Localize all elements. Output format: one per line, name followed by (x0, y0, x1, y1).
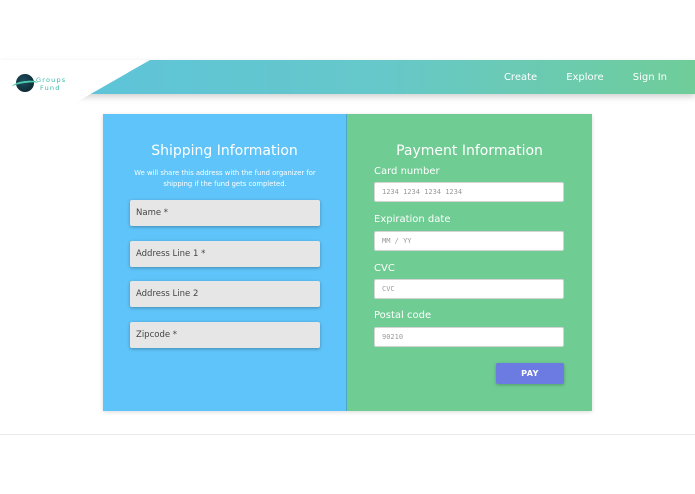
cvc-placeholder: CVC (382, 285, 395, 293)
shipping-description: We will share this address with the fund… (134, 169, 316, 188)
address-line-1-placeholder: Address Line 1 * (136, 249, 206, 259)
address-line-2-placeholder: Address Line 2 (136, 289, 199, 299)
name-field[interactable]: Name * (130, 200, 320, 226)
footer-divider (0, 434, 695, 435)
expiration-date-input[interactable]: MM / YY (374, 231, 564, 251)
cvc-input[interactable]: CVC (374, 279, 564, 299)
nav-link-create[interactable]: Create (504, 72, 537, 83)
expiration-date-placeholder: MM / YY (382, 237, 412, 245)
card-number-label: Card number (374, 166, 440, 177)
postal-code-input[interactable]: 90210 (374, 327, 564, 347)
logo-text-line2: Fund (40, 84, 61, 92)
groups-fund-logo[interactable]: Groups Fund (11, 72, 82, 98)
logo-text: Groups Fund (36, 76, 66, 92)
nav-link-explore[interactable]: Explore (566, 72, 604, 83)
shipping-title: Shipping Information (151, 143, 298, 159)
pay-button[interactable]: PAY (496, 363, 564, 384)
card-number-placeholder: 1234 1234 1234 1234 (382, 188, 463, 196)
address-line-1-field[interactable]: Address Line 1 * (130, 241, 320, 267)
postal-code-label: Postal code (374, 310, 432, 321)
logo-text-line1: Groups (36, 76, 67, 84)
address-line-2-field[interactable]: Address Line 2 (130, 281, 320, 307)
payment-panel: Payment Information Card number 1234 123… (347, 114, 592, 411)
cvc-label: CVC (374, 263, 395, 274)
card-number-input[interactable]: 1234 1234 1234 1234 (374, 182, 564, 202)
nav-link-sign-in[interactable]: Sign In (633, 72, 667, 83)
name-placeholder: Name * (136, 208, 169, 218)
shipping-panel: Shipping Information We will share this … (103, 114, 347, 411)
payment-title: Payment Information (396, 143, 543, 159)
checkout-card: Shipping Information We will share this … (103, 114, 592, 411)
nav-links: Create Explore Sign In (475, 60, 667, 94)
zipcode-field[interactable]: Zipcode * (130, 322, 320, 348)
expiration-date-label: Expiration date (374, 214, 451, 225)
postal-code-placeholder: 90210 (382, 333, 404, 341)
zipcode-placeholder: Zipcode * (136, 330, 178, 340)
